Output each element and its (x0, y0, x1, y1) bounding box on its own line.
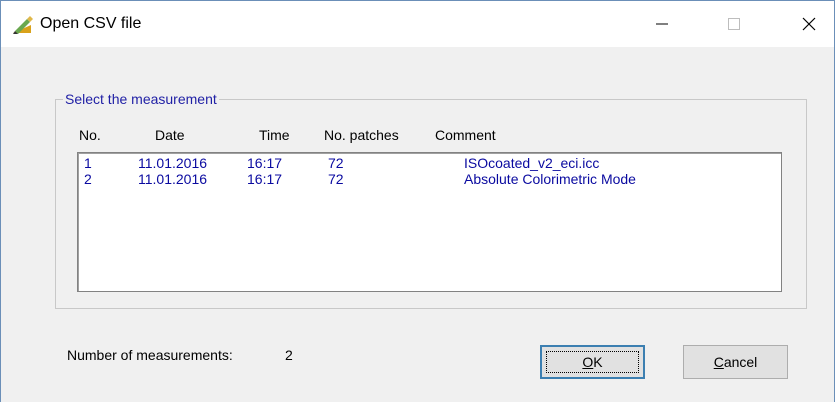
measurement-count-label: Number of measurements: (67, 347, 233, 363)
window-title: Open CSV file (40, 15, 142, 32)
close-icon (802, 17, 816, 31)
cell-comment: Absolute Colorimetric Mode (464, 171, 636, 187)
pencil-ruler-icon (13, 16, 33, 34)
open-csv-dialog: Open CSV file Select the measurement No.… (0, 0, 835, 402)
column-header-patches: No. patches (324, 127, 399, 143)
cancel-button-label: Cancel (713, 354, 758, 370)
cell-no: 2 (84, 171, 92, 187)
cell-patches: 72 (328, 171, 344, 187)
cell-patches: 72 (328, 155, 344, 171)
column-header-no: No. (79, 127, 101, 143)
measurement-count-value: 2 (285, 347, 293, 363)
close-button[interactable] (786, 1, 832, 47)
column-header-comment: Comment (435, 127, 496, 143)
minimize-icon (656, 23, 668, 25)
title-bar[interactable]: Open CSV file (1, 1, 834, 47)
cell-date: 11.01.2016 (138, 171, 208, 187)
cell-comment: ISOcoated_v2_eci.icc (464, 155, 600, 171)
column-header-date: Date (155, 127, 185, 143)
cell-time: 16:17 (247, 171, 283, 187)
minimize-button[interactable] (639, 1, 685, 47)
ok-button-label: OK (582, 354, 603, 370)
measurement-list[interactable]: 1 11.01.2016 16:17 72 ISOcoated_v2_eci.i… (77, 152, 782, 292)
cell-time: 16:17 (247, 155, 283, 171)
cell-no: 1 (84, 155, 92, 171)
cell-date: 11.01.2016 (138, 155, 208, 171)
dialog-body: Select the measurement No. Date Time No.… (1, 47, 834, 402)
maximize-icon (728, 18, 740, 30)
maximize-button[interactable] (711, 1, 757, 47)
groupbox-label: Select the measurement (63, 91, 219, 107)
cancel-button[interactable]: Cancel (683, 345, 788, 379)
ok-button[interactable]: OK (540, 345, 645, 379)
column-header-time: Time (259, 127, 290, 143)
